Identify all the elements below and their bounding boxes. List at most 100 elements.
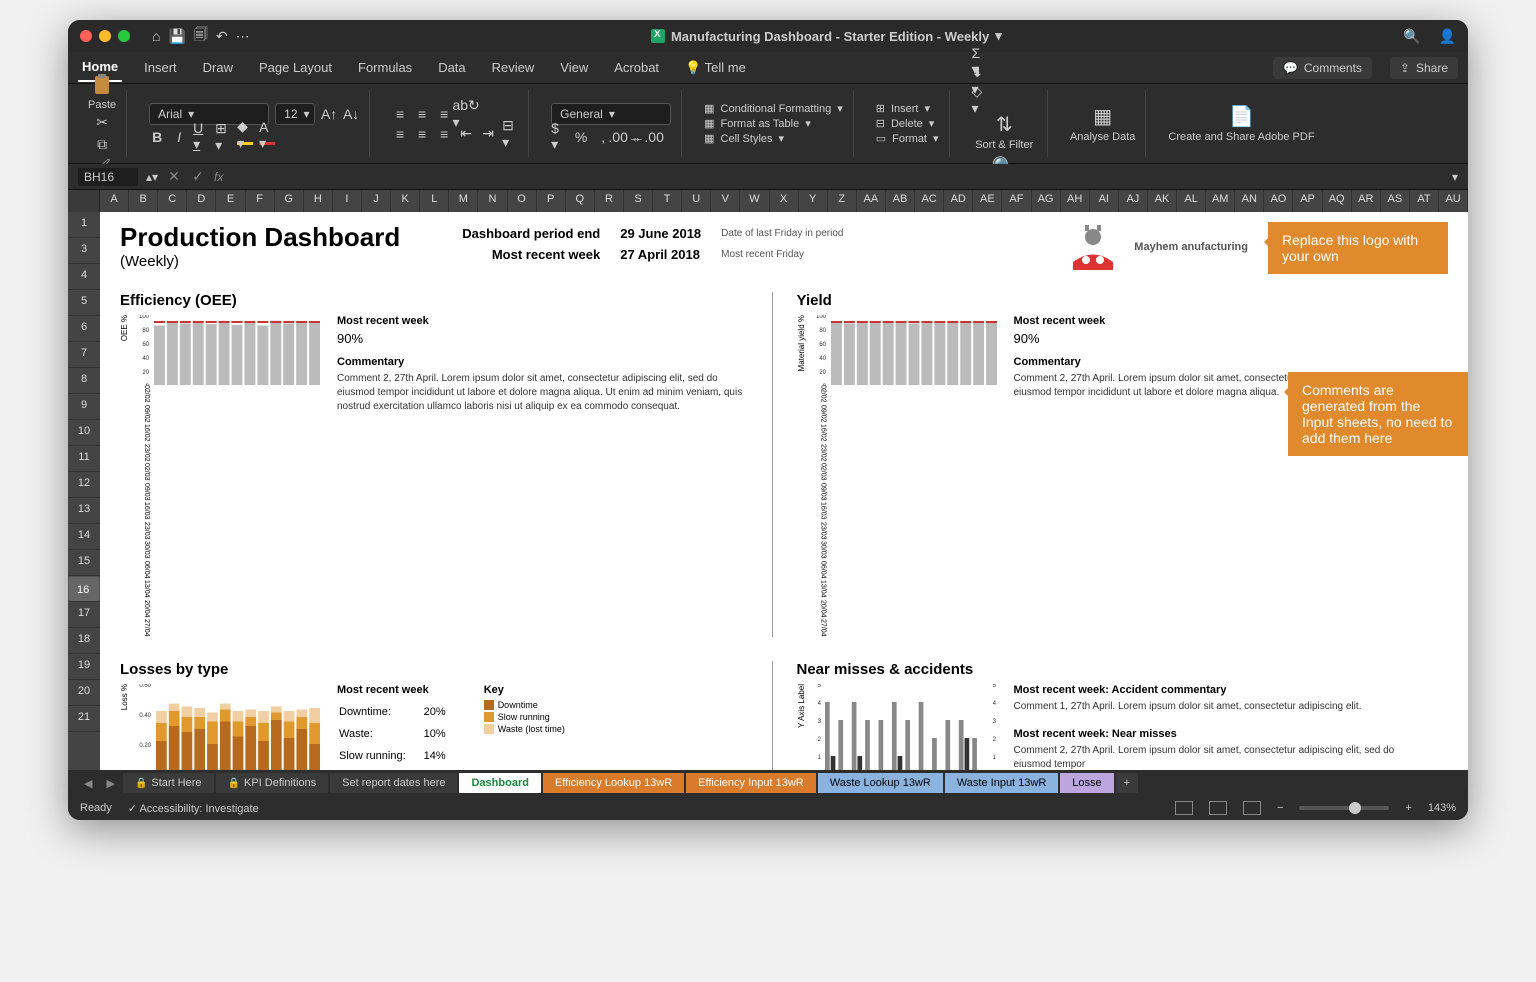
- currency-icon[interactable]: $ ▾: [551, 129, 567, 145]
- decrease-font-icon[interactable]: A↓: [343, 106, 359, 122]
- sort-filter-button[interactable]: ⇅Sort & Filter: [972, 112, 1037, 151]
- tab-pagelayout[interactable]: Page Layout: [255, 54, 336, 81]
- align-mid-icon[interactable]: ≡: [414, 106, 430, 122]
- column-header[interactable]: AP: [1293, 190, 1322, 212]
- number-format-selector[interactable]: General ▾: [551, 103, 671, 125]
- add-sheet-button[interactable]: +: [1116, 773, 1138, 793]
- saveas-icon[interactable]: 🗐: [194, 24, 208, 48]
- row-header[interactable]: 3: [68, 238, 100, 264]
- row-header[interactable]: 11: [68, 446, 100, 472]
- tab-formulas[interactable]: Formulas: [354, 54, 416, 81]
- row-header[interactable]: 16: [68, 576, 100, 602]
- column-header[interactable]: AE: [973, 190, 1002, 212]
- column-header[interactable]: AB: [886, 190, 915, 212]
- orientation-icon[interactable]: ab↻ ▾: [458, 106, 474, 122]
- row-header[interactable]: 19: [68, 654, 100, 680]
- row-header[interactable]: 1: [68, 212, 100, 238]
- column-header[interactable]: C: [158, 190, 187, 212]
- profile-icon[interactable]: 👤: [1439, 28, 1456, 45]
- column-header[interactable]: B: [129, 190, 158, 212]
- border-icon[interactable]: ⊞ ▾: [215, 129, 231, 145]
- expand-formula-icon[interactable]: ▾: [1452, 170, 1458, 184]
- tab-view[interactable]: View: [556, 54, 592, 81]
- view-pagelayout-icon[interactable]: [1209, 801, 1227, 815]
- paste-button[interactable]: Paste: [88, 73, 116, 111]
- column-header[interactable]: AM: [1206, 190, 1235, 212]
- tab-acrobat[interactable]: Acrobat: [610, 54, 663, 81]
- dec-decimal-icon[interactable]: ←.00: [639, 129, 655, 145]
- sheet-tab[interactable]: Waste Input 13wR: [945, 773, 1058, 793]
- row-header[interactable]: 18: [68, 628, 100, 654]
- row-header[interactable]: 6: [68, 316, 100, 342]
- status-accessibility[interactable]: ✓ Accessibility: Investigate: [128, 802, 259, 815]
- column-header[interactable]: AF: [1002, 190, 1031, 212]
- fill-color-icon[interactable]: ◆ ▾: [237, 129, 253, 145]
- copy-icon[interactable]: ⧉: [94, 137, 110, 153]
- column-header[interactable]: AH: [1061, 190, 1090, 212]
- column-header[interactable]: K: [391, 190, 420, 212]
- select-all-corner[interactable]: [68, 190, 100, 212]
- row-header[interactable]: 10: [68, 420, 100, 446]
- column-header[interactable]: AT: [1410, 190, 1439, 212]
- sheet-tab[interactable]: 🔒Start Here: [123, 773, 214, 793]
- format-button[interactable]: ▭ Format ▾: [876, 132, 939, 145]
- underline-icon[interactable]: U ▾: [193, 129, 209, 145]
- insert-button[interactable]: ⊞ Insert ▾: [876, 102, 939, 115]
- row-header[interactable]: 15: [68, 550, 100, 576]
- row-header[interactable]: 21: [68, 706, 100, 732]
- column-header[interactable]: AU: [1439, 190, 1468, 212]
- align-left-icon[interactable]: ≡: [392, 126, 408, 142]
- column-header[interactable]: T: [653, 190, 682, 212]
- column-header[interactable]: Q: [566, 190, 595, 212]
- title-chevron-icon[interactable]: ▾: [995, 28, 1002, 44]
- merge-icon[interactable]: ⊟ ▾: [502, 126, 518, 142]
- more-icon[interactable]: ⋯: [236, 28, 250, 45]
- column-header[interactable]: AO: [1264, 190, 1293, 212]
- column-header[interactable]: X: [770, 190, 799, 212]
- italic-icon[interactable]: I: [171, 129, 187, 145]
- sheet-tab[interactable]: Efficiency Input 13wR: [686, 773, 816, 793]
- adobe-pdf-button[interactable]: 📄Create and Share Adobe PDF: [1168, 104, 1314, 143]
- column-header[interactable]: W: [740, 190, 769, 212]
- fullscreen-window-icon[interactable]: [118, 30, 130, 42]
- row-header[interactable]: 14: [68, 524, 100, 550]
- undo-icon[interactable]: ↶: [216, 28, 228, 45]
- tab-nav-left-icon[interactable]: ◀: [78, 777, 98, 790]
- row-header[interactable]: 9: [68, 394, 100, 420]
- delete-button[interactable]: ⊟ Delete ▾: [876, 117, 939, 130]
- home-icon[interactable]: ⌂: [152, 28, 160, 44]
- row-header[interactable]: 7: [68, 342, 100, 368]
- font-color-icon[interactable]: A ▾: [259, 129, 275, 145]
- tab-draw[interactable]: Draw: [199, 54, 237, 81]
- column-header[interactable]: P: [537, 190, 566, 212]
- column-header[interactable]: Y: [799, 190, 828, 212]
- column-header[interactable]: AJ: [1119, 190, 1148, 212]
- align-top-icon[interactable]: ≡: [392, 106, 408, 122]
- column-header[interactable]: N: [478, 190, 507, 212]
- clear-icon[interactable]: ◇ ▾: [972, 92, 988, 108]
- cut-icon[interactable]: ✂: [94, 115, 110, 131]
- column-header[interactable]: AG: [1032, 190, 1061, 212]
- row-header[interactable]: 13: [68, 498, 100, 524]
- fx-icon[interactable]: fx: [214, 170, 223, 184]
- column-header[interactable]: E: [216, 190, 245, 212]
- column-header[interactable]: AL: [1177, 190, 1206, 212]
- sheet-tab[interactable]: Losse: [1060, 773, 1113, 793]
- column-header[interactable]: U: [682, 190, 711, 212]
- align-center-icon[interactable]: ≡: [414, 126, 430, 142]
- confirm-formula-icon[interactable]: ✓: [190, 169, 206, 185]
- column-header[interactable]: S: [624, 190, 653, 212]
- column-header[interactable]: V: [711, 190, 740, 212]
- sheet-tab[interactable]: 🔒KPI Definitions: [216, 773, 329, 793]
- zoom-level[interactable]: 143%: [1428, 802, 1456, 814]
- column-header[interactable]: AQ: [1323, 190, 1352, 212]
- sheet-tab[interactable]: Dashboard: [459, 773, 540, 793]
- row-header[interactable]: 12: [68, 472, 100, 498]
- column-header[interactable]: I: [333, 190, 362, 212]
- column-header[interactable]: A: [100, 190, 129, 212]
- indent-left-icon[interactable]: ⇤: [458, 126, 474, 142]
- increase-font-icon[interactable]: A↑: [321, 106, 337, 122]
- row-header[interactable]: 8: [68, 368, 100, 394]
- indent-right-icon[interactable]: ⇥: [480, 126, 496, 142]
- column-header[interactable]: R: [595, 190, 624, 212]
